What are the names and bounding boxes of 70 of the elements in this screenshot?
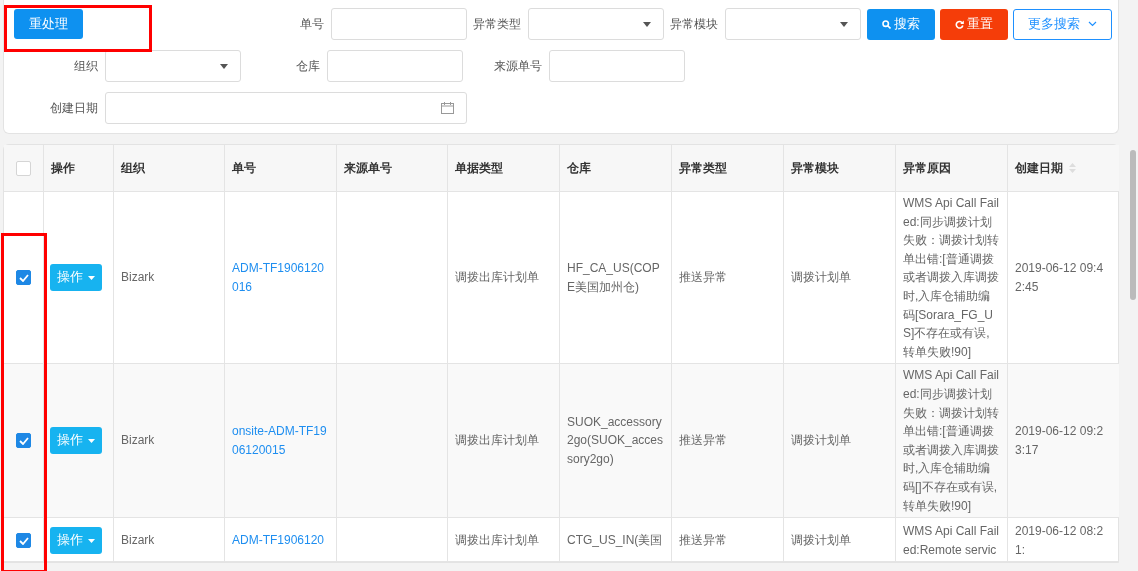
- select-field[interactable]: [105, 50, 241, 82]
- caret-icon: [220, 63, 228, 69]
- column-header: 异常模块: [791, 159, 839, 177]
- select-field[interactable]: [725, 8, 861, 40]
- filter-label: 仓库: [295, 57, 321, 75]
- column-header: 单号: [232, 159, 256, 177]
- filter-label: 单号: [299, 15, 325, 33]
- chevron-down-icon: [1088, 21, 1097, 27]
- table-cell-text: 2019-06-12 09:23:17: [1015, 423, 1105, 459]
- caret-icon: [88, 538, 95, 543]
- row-checkbox[interactable]: [16, 433, 31, 449]
- table-cell-text: 推送异常: [679, 432, 727, 450]
- table-cell-text: 推送异常: [679, 532, 727, 550]
- table-cell-text: 调拨计划单: [791, 432, 851, 450]
- column-header: 组织: [121, 159, 145, 177]
- table-cell-text: 调拨计划单: [791, 269, 851, 287]
- caret-icon: [88, 275, 95, 280]
- order-number-link[interactable]: ADM-TF1906120016: [232, 259, 329, 297]
- table-cell-text: WMS Api Call Failed:同步调拨计划失败：调拨计划转单出错:[普通调拨或者调拨入库调拨时,入库仓辅助编码[]不存在或有误,转单失败!90]: [903, 367, 1000, 515]
- order-number-link[interactable]: ADM-TF1906120: [232, 531, 325, 550]
- caret-icon: [88, 438, 95, 443]
- table-cell-text: Bizark: [121, 269, 155, 287]
- table-cell-text: 调拨出库计划单: [455, 269, 539, 287]
- calendar-icon: [441, 102, 454, 114]
- table-cell-text: Bizark: [121, 532, 155, 550]
- filter-label: 来源单号: [493, 57, 543, 75]
- caret-icon: [643, 21, 651, 27]
- text-field[interactable]: [327, 50, 463, 82]
- table-cell-text: 调拨出库计划单: [455, 532, 539, 550]
- column-header: 异常类型: [679, 159, 727, 177]
- table-cell-text: 2019-06-12 08:21:: [1015, 523, 1105, 559]
- column-header: 单据类型: [455, 159, 503, 177]
- column-header: 异常原因: [903, 159, 951, 177]
- filter-label: 异常类型: [473, 15, 522, 33]
- table-cell-text: WMS Api Call Failed:同步调拨计划失败：调拨计划转单出错:[普通调拨或者调拨入库调拨时,入库仓辅助编码[Sorara_FG_US]不存在或有误,转单失败!90]: [903, 195, 1000, 361]
- table-cell-text: 2019-06-12 09:42:45: [1015, 260, 1105, 296]
- filter-label: 创建日期: [49, 99, 99, 117]
- reset-button[interactable]: 重置: [940, 8, 1008, 40]
- action-dropdown-button[interactable]: 操作: [50, 427, 102, 455]
- table-cell-text: WMS Api Call Failed:Remote servic: [903, 523, 1000, 559]
- reprocess-button[interactable]: 重处理: [14, 9, 83, 39]
- table-cell-text: CTG_US_IN(美国: [567, 532, 663, 550]
- caret-icon: [840, 21, 848, 27]
- action-dropdown-button[interactable]: 操作: [50, 264, 102, 292]
- table-cell-text: 调拨计划单: [791, 532, 851, 550]
- sort-icon: [1069, 163, 1076, 173]
- select-all-checkbox[interactable]: [16, 160, 31, 176]
- column-header: 来源单号: [344, 159, 392, 177]
- filter-label: 组织: [73, 57, 99, 75]
- row-checkbox[interactable]: [16, 270, 31, 286]
- text-field[interactable]: [549, 50, 685, 82]
- more-button[interactable]: 更多搜索: [1013, 8, 1112, 40]
- table-cell-text: SUOK_accessory2go(SUOK_accessory2go): [567, 413, 664, 468]
- order-number-link[interactable]: onsite-ADM-TF1906120015: [232, 422, 329, 460]
- search-icon: [882, 19, 891, 29]
- column-header: 仓库: [567, 159, 591, 177]
- table-cell-text: 推送异常: [679, 269, 727, 287]
- date-field[interactable]: [105, 92, 467, 124]
- table-cell-text: HF_CA_US(COPE美国加州仓): [567, 260, 661, 296]
- row-checkbox[interactable]: [16, 533, 31, 549]
- table-cell-text: 调拨出库计划单: [455, 432, 539, 450]
- refresh-icon: [955, 19, 964, 29]
- text-field[interactable]: [331, 8, 467, 40]
- select-field[interactable]: [528, 8, 664, 40]
- action-dropdown-button[interactable]: 操作: [50, 527, 102, 555]
- filter-label: 异常模块: [670, 15, 719, 33]
- table-cell-text: Bizark: [121, 432, 155, 450]
- column-header: 操作: [51, 159, 75, 177]
- scrollbar-thumb[interactable]: [1130, 150, 1136, 300]
- search-button[interactable]: 搜索: [867, 8, 935, 40]
